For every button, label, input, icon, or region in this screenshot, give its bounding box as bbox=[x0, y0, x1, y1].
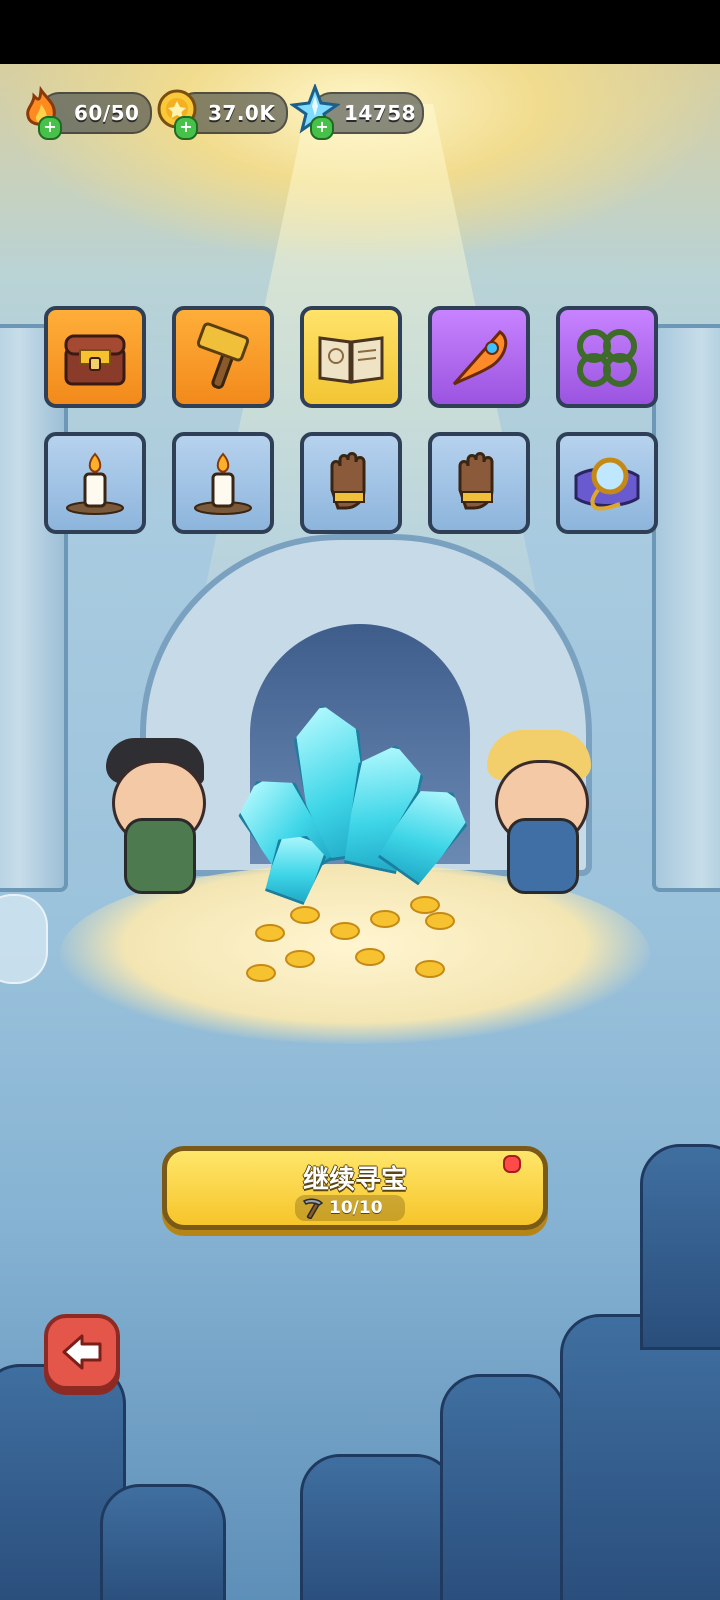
gold-value: 37.0K bbox=[208, 101, 276, 125]
hero-body bbox=[507, 818, 579, 894]
gold-coin bbox=[246, 964, 276, 982]
back-button[interactable] bbox=[44, 1314, 120, 1390]
item-slot-hammer[interactable] bbox=[172, 306, 274, 408]
item-slot-treasure-chest[interactable] bbox=[44, 306, 146, 408]
left-pillar bbox=[0, 324, 68, 892]
continue-treasure-hunt-button[interactable]: 继续寻宝 10/10 bbox=[162, 1146, 548, 1230]
item-slot-thorn-shackles[interactable] bbox=[556, 306, 658, 408]
candle-icon bbox=[58, 446, 132, 520]
item-slot-candle-1[interactable] bbox=[44, 432, 146, 534]
side-bubble[interactable] bbox=[0, 894, 48, 984]
gold-coin bbox=[285, 950, 315, 968]
floor-rock bbox=[300, 1454, 456, 1600]
back-arrow-icon bbox=[58, 1328, 106, 1376]
item-slot-glove-1[interactable] bbox=[300, 432, 402, 534]
thorn-shackles-icon bbox=[570, 320, 644, 394]
gold-coin bbox=[425, 912, 455, 930]
item-slot-glove-2[interactable] bbox=[428, 432, 530, 534]
energy-value: 60/50 bbox=[74, 101, 140, 125]
floor-rock bbox=[640, 1144, 720, 1350]
add-energy-button[interactable]: + bbox=[38, 116, 62, 140]
pickaxe-icon bbox=[301, 1197, 325, 1220]
gold-coin bbox=[415, 960, 445, 978]
phoenix-feather-icon bbox=[442, 320, 516, 394]
hammer-icon bbox=[186, 320, 260, 394]
gold-coin bbox=[290, 906, 320, 924]
item-slot-spell-book[interactable] bbox=[300, 306, 402, 408]
floor-rock bbox=[100, 1484, 226, 1600]
gold-coin bbox=[355, 948, 385, 966]
hero-body bbox=[124, 818, 196, 894]
add-gold-button[interactable]: + bbox=[174, 116, 198, 140]
gem-value: 14758 bbox=[344, 101, 417, 125]
pickaxe-count: 10/10 bbox=[329, 1198, 383, 1218]
add-gems-button[interactable]: + bbox=[310, 116, 334, 140]
right-pillar bbox=[652, 324, 720, 892]
status-bar bbox=[0, 0, 720, 64]
item-slot-phoenix-feather[interactable] bbox=[428, 306, 530, 408]
gold-coin bbox=[255, 924, 285, 942]
glove-icon bbox=[314, 446, 388, 520]
pickaxe-count-badge: 10/10 bbox=[295, 1195, 405, 1221]
glove-icon bbox=[442, 446, 516, 520]
gold-coin bbox=[330, 922, 360, 940]
continue-button-label: 继续寻宝 bbox=[302, 1165, 407, 1195]
miner-hero-left bbox=[102, 738, 212, 904]
notification-dot bbox=[503, 1155, 521, 1173]
spell-book-icon bbox=[314, 320, 388, 394]
treasure-chest-icon bbox=[58, 320, 132, 394]
candle-icon bbox=[186, 446, 260, 520]
floor-rock bbox=[560, 1314, 720, 1600]
magnifier-icon bbox=[570, 446, 644, 520]
miner-hero-right bbox=[485, 730, 595, 904]
item-slot-magnifier[interactable] bbox=[556, 432, 658, 534]
floor-rock bbox=[440, 1374, 566, 1600]
gold-coin bbox=[370, 910, 400, 928]
item-slot-candle-2[interactable] bbox=[172, 432, 274, 534]
